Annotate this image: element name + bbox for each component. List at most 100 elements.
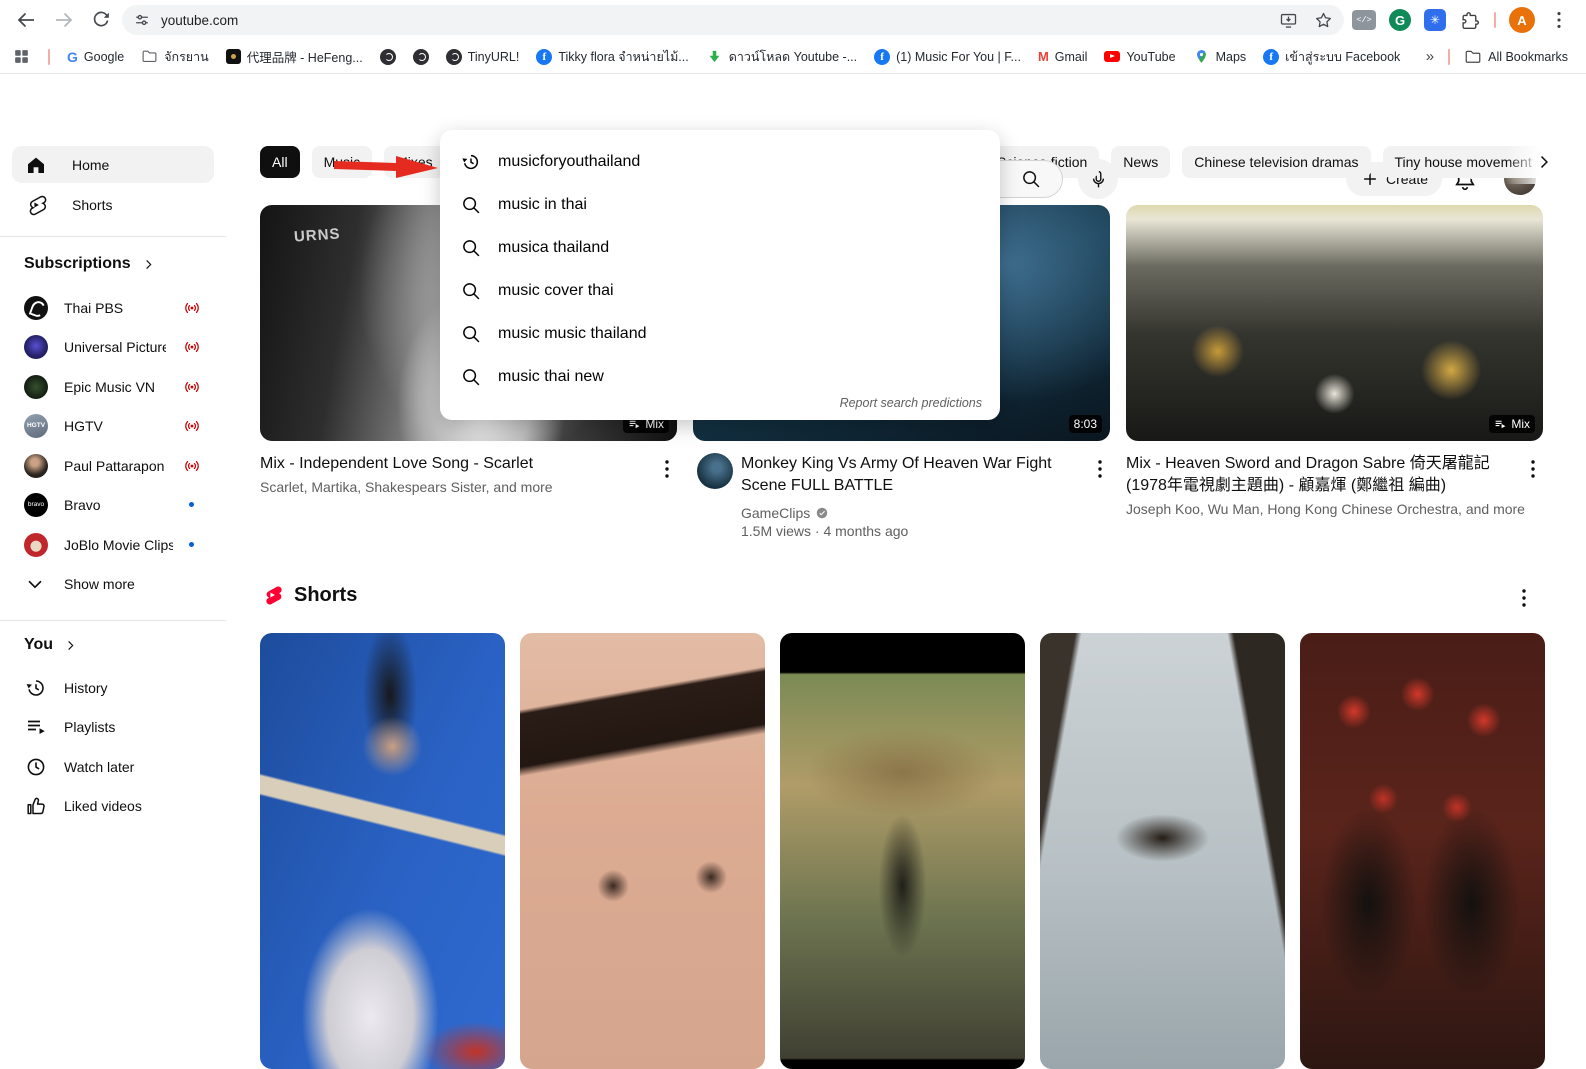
shorts-thumbnail-3[interactable] [780,633,1025,1069]
bookmark-facebook-login[interactable]: fเข้าสู่ระบบ Facebook [1263,47,1400,67]
site-favicon [226,49,241,64]
tinyurl-favicon [446,49,462,65]
sidebar-item-history[interactable]: History [0,668,226,707]
bookmarks-overflow-chevron[interactable]: » [1426,48,1434,65]
live-icon [182,377,202,397]
browser-menu-icon[interactable] [1548,9,1570,31]
video-byline: Scarlet, Martika, Shakespears Sister, an… [260,479,677,495]
video-card-2[interactable]: Monkey King Vs Army Of Heaven War Fight … [693,453,1110,539]
video-menu-icon[interactable] [1088,457,1112,481]
subscriptions-header[interactable]: Subscriptions [24,255,156,273]
bookmark-star-icon[interactable] [1313,10,1334,31]
video-thumbnail-3[interactable]: Mix [1126,205,1543,441]
report-search-predictions-link[interactable]: Report search predictions [840,396,982,410]
thumbnail-sign-text: URNS [293,225,341,245]
sidebar-item-watch-later[interactable]: Watch later [0,747,226,786]
bookmark-youtube[interactable]: YouTube [1104,50,1175,64]
sidebar-channel-paul-pattarapon[interactable]: Paul Pattarapon ... [0,446,226,485]
suggestion-item[interactable]: music in thai [440,183,1000,226]
duration-badge: 8:03 [1069,415,1102,433]
divider [1494,12,1496,28]
install-app-icon[interactable] [1278,10,1299,31]
suggestion-item[interactable]: music cover thai [440,269,1000,312]
bookmarks-bar: GGoogle จักรยาน 代理品牌 - HeFeng... TinyURL… [0,40,1586,74]
bookmark-music-for-you[interactable]: f(1) Music For You | F... [874,49,1021,65]
bookmark-icon-only[interactable] [413,49,429,65]
video-byline: Joseph Koo, Wu Man, Hong Kong Chinese Or… [1126,501,1543,517]
bookmark-tikky-flora[interactable]: fTikky flora จำหน่ายไม้... [536,47,688,67]
video-card-1[interactable]: Mix - Independent Love Song - Scarlet Sc… [260,453,677,495]
sidebar-item-home[interactable]: Home [12,146,214,183]
blue-extension-icon[interactable]: ✳ [1424,9,1446,31]
shorts-thumbnail-5[interactable] [1300,633,1545,1069]
extensions-puzzle-icon[interactable] [1459,9,1481,31]
address-bar[interactable]: youtube.com [122,5,1344,35]
shorts-logo-icon [260,583,284,607]
search-button[interactable] [1000,160,1063,198]
shorts-section-title: Shorts [294,584,357,607]
facebook-favicon: f [1263,49,1279,65]
mix-badge: Mix [1489,415,1535,433]
browser-profile-avatar[interactable]: A [1509,7,1535,33]
grammarly-extension-icon[interactable]: G [1389,9,1411,31]
sidebar-channel-thai-pbs[interactable]: Thai PBS [0,288,226,327]
url-text[interactable]: youtube.com [161,13,238,28]
sidebar-show-more[interactable]: Show more [0,564,226,603]
chips-scroll-right-button[interactable] [1530,148,1558,176]
bookmark-icon-only[interactable] [380,49,396,65]
youtube-favicon [1104,51,1120,62]
sidebar-item-playlists[interactable]: Playlists [0,707,226,746]
bookmark-maps[interactable]: Maps [1193,48,1247,65]
history-icon [24,676,48,700]
channel-name[interactable]: GameClips [741,505,810,521]
chip-all[interactable]: All [260,146,300,178]
maps-favicon [1193,48,1210,65]
chip-news[interactable]: News [1111,146,1170,178]
sidebar-channel-hgtv[interactable]: HGTV HGTV [0,406,226,445]
video-card-3[interactable]: Mix - Heaven Sword and Dragon Sabre 倚天屠龍… [1126,453,1543,517]
shorts-icon [24,193,48,217]
divider [0,236,226,237]
forward-button[interactable] [52,8,76,32]
channel-avatar[interactable] [697,453,733,489]
video-menu-icon[interactable] [1521,457,1545,481]
liked-videos-icon [24,794,48,818]
sidebar-item-liked-videos[interactable]: Liked videos [0,786,226,825]
bookmark-download-youtube[interactable]: ดาวน์โหลด Youtube -... [706,47,857,67]
all-bookmarks-button[interactable]: All Bookmarks [1464,48,1568,66]
apps-grid-icon[interactable] [12,47,31,66]
video-menu-icon[interactable] [655,457,679,481]
channel-avatar: HGTV [24,414,48,438]
sidebar-channel-joblo[interactable]: JoBlo Movie Clips [0,525,226,564]
shorts-thumbnail-1[interactable] [260,633,505,1069]
video-title[interactable]: Monkey King Vs Army Of Heaven War Fight … [741,453,1107,497]
suggestion-item[interactable]: music music thailand [440,312,1000,355]
channel-avatar [24,335,48,359]
bookmark-google[interactable]: GGoogle [67,49,124,65]
sidebar-item-shorts[interactable]: Shorts [12,186,214,223]
sidebar-channel-epic-music[interactable]: Epic Music VN [0,367,226,406]
video-title[interactable]: Mix - Independent Love Song - Scarlet [260,453,677,475]
site-settings-icon[interactable] [132,10,152,30]
bookmark-tinyurl[interactable]: TinyURL! [446,49,520,65]
suggestion-item[interactable]: musicforyouthailand [440,140,1000,183]
shorts-thumbnail-2[interactable] [520,633,765,1069]
shorts-thumbnail-4[interactable] [1040,633,1285,1069]
suggestion-item[interactable]: music thai new [440,355,1000,398]
video-title[interactable]: Mix - Heaven Sword and Dragon Sabre 倚天屠龍… [1126,453,1543,497]
sidebar-channel-bravo[interactable]: bravo Bravo [0,485,226,524]
suggestion-item[interactable]: musica thailand [440,226,1000,269]
chip-chinese-tv-dramas[interactable]: Chinese television dramas [1182,146,1370,178]
bookmark-folder[interactable]: จักรยาน [141,47,209,67]
sidebar-channel-universal[interactable]: Universal Picture... [0,327,226,366]
code-extension-icon[interactable]: </> [1352,10,1376,30]
back-button[interactable] [14,8,38,32]
you-header[interactable]: You [24,636,78,654]
shorts-section-menu-icon[interactable] [1512,586,1536,610]
reload-button[interactable] [90,9,114,33]
bookmark-gmail[interactable]: MGmail [1038,49,1088,64]
channel-avatar [24,533,48,557]
search-icon [460,280,482,302]
bookmark-hefeng[interactable]: 代理品牌 - HeFeng... [226,47,363,66]
channel-avatar [24,296,48,320]
